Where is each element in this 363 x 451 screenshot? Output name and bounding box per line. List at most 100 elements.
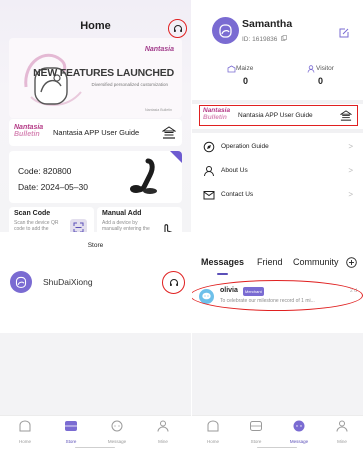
- logo-line-1: Nantasia: [14, 124, 44, 131]
- device-date: Date: 2024–05–30: [18, 182, 88, 192]
- maize-label: Maize: [236, 65, 254, 72]
- menu-item-about-us[interactable]: About Us >: [192, 163, 363, 181]
- person-icon: [204, 166, 214, 177]
- tab-mine[interactable]: Mine: [324, 419, 360, 444]
- tab-label: Store: [65, 439, 77, 444]
- device-code: Code: 820800: [18, 166, 72, 176]
- user-guide-row[interactable]: Nantasia Bulletin Nantasia APP User Guid…: [199, 105, 358, 126]
- chevron-right-icon: >: [348, 190, 353, 199]
- logo-avatar-icon: [15, 276, 27, 288]
- home-indicator: [75, 446, 115, 448]
- home-title: Home: [80, 20, 111, 32]
- banner-illustration: [24, 53, 82, 106]
- tab-label: Mine: [158, 439, 168, 444]
- user-guide-card[interactable]: Nantasia Bulletin Nantasia APP User Guid…: [9, 119, 182, 146]
- tab-label: Message: [289, 439, 309, 444]
- logo-line-1: Nantasia: [203, 107, 231, 114]
- profile-avatar[interactable]: [212, 17, 239, 44]
- store-screen: Store ShuDaiXiong Home Store Message Min…: [0, 232, 191, 451]
- tab-store[interactable]: Store: [53, 419, 89, 444]
- copy-icon[interactable]: [281, 35, 288, 41]
- device-image: [130, 158, 157, 194]
- active-tab-indicator: [217, 273, 228, 275]
- bulletin-logo: Nantasia Bulletin: [203, 107, 230, 121]
- bank-icon: [340, 110, 352, 121]
- tab-label: Mine: [337, 439, 347, 444]
- edit-icon[interactable]: [339, 28, 349, 38]
- chevron-right-icon: >: [348, 166, 353, 175]
- logo-line-2: Bulletin: [203, 114, 227, 121]
- tab-community[interactable]: Community: [293, 257, 339, 267]
- tab-store[interactable]: Store: [238, 419, 274, 444]
- section-divider: [192, 129, 363, 133]
- chevron-right-icon: >: [348, 142, 353, 151]
- scan-code-card[interactable]: Scan Code Scan the device QR code to add…: [9, 207, 94, 232]
- device-card[interactable]: Code: 820800 Date: 2024–05–30: [9, 151, 182, 203]
- mine-tab-icon: [157, 420, 169, 432]
- home-indicator: [257, 446, 297, 448]
- tab-label: Message: [107, 439, 127, 444]
- profile-id: ID: 1619836: [242, 35, 288, 43]
- home-screen: Home Nantasia NEW FEATURES LAUNCHED Dive…: [0, 0, 191, 232]
- tab-label: Home: [206, 439, 219, 444]
- store-title: Store: [87, 242, 104, 249]
- maize-count[interactable]: 0: [243, 76, 248, 86]
- menu-label: About Us: [221, 167, 248, 174]
- tap-hand-icon: [164, 224, 173, 232]
- banner-subtitle: Diversified personalized customization: [91, 82, 168, 87]
- profile-screen: Samantha ID: 1619836 Maize 0 Visitor 0 N…: [192, 0, 363, 232]
- bulletin-logo: Nantasia Bulletin: [14, 124, 43, 138]
- manual-add-title: Manual Add: [102, 210, 142, 217]
- manual-add-description: Add a device by manually entering the de…: [102, 220, 150, 232]
- scan-icon: [70, 219, 87, 232]
- manual-add-card[interactable]: Manual Add Add a device by manually ente…: [97, 207, 182, 232]
- messages-screen: Messages Friend Community olivia Merchan…: [192, 232, 363, 451]
- scan-code-description: Scan the device QR code to add the devic…: [14, 220, 59, 232]
- tab-label: Home: [18, 439, 31, 444]
- logo-avatar-icon: [219, 24, 232, 38]
- menu-item-operation-guide[interactable]: Operation Guide >: [192, 139, 363, 157]
- bottom-tab-bar: Home Store Message Mine: [192, 415, 363, 451]
- highlight-circle: [168, 19, 187, 38]
- add-icon[interactable]: [346, 257, 357, 268]
- message-tab-icon: [111, 420, 123, 432]
- feature-banner[interactable]: Nantasia NEW FEATURES LAUNCHED Diversifi…: [9, 38, 182, 118]
- store-tab-icon: [250, 421, 262, 431]
- store-tab-icon: [65, 421, 77, 431]
- tab-message[interactable]: Message: [281, 419, 317, 444]
- tab-home[interactable]: Home: [7, 419, 43, 444]
- profile-id-text: ID: 1619836: [242, 36, 278, 43]
- mine-tab-icon: [336, 420, 348, 432]
- conversation-item[interactable]: [192, 280, 363, 311]
- bank-icon: [162, 126, 176, 139]
- menu-item-contact-us[interactable]: Contact Us >: [192, 187, 363, 205]
- visitor-label: Visitor: [316, 65, 334, 72]
- bottom-tab-bar: Home Store Message Mine: [0, 415, 191, 451]
- visitor-count[interactable]: 0: [318, 76, 323, 86]
- tab-friend[interactable]: Friend: [257, 257, 283, 267]
- tab-label: Store: [250, 439, 262, 444]
- corner-tag: [170, 151, 182, 163]
- tab-messages[interactable]: Messages: [201, 257, 244, 267]
- highlight-circle: [162, 271, 185, 294]
- home-tab-icon: [19, 420, 31, 432]
- message-tab-icon: [293, 420, 305, 432]
- banner-brand: Nantasia: [144, 46, 174, 53]
- banner-headline: NEW FEATURES LAUNCHED: [33, 67, 174, 79]
- banner-footer: Nantasia Bulletin: [145, 108, 172, 112]
- logo-line-2: Bulletin: [14, 131, 40, 138]
- compass-icon: [203, 141, 215, 153]
- tab-mine[interactable]: Mine: [145, 419, 181, 444]
- mail-icon: [203, 191, 215, 200]
- maize-icon: [227, 65, 236, 73]
- section-divider: [192, 100, 363, 104]
- tab-message[interactable]: Message: [99, 419, 135, 444]
- store-avatar[interactable]: [10, 271, 32, 293]
- store-username: ShuDaiXiong: [43, 277, 93, 287]
- tab-home[interactable]: Home: [195, 419, 231, 444]
- visitor-icon: [307, 65, 315, 73]
- home-tab-icon: [207, 420, 219, 432]
- guide-label: Nantasia APP User Guide: [53, 128, 140, 137]
- profile-name: Samantha: [242, 18, 293, 30]
- scan-code-title: Scan Code: [14, 210, 51, 217]
